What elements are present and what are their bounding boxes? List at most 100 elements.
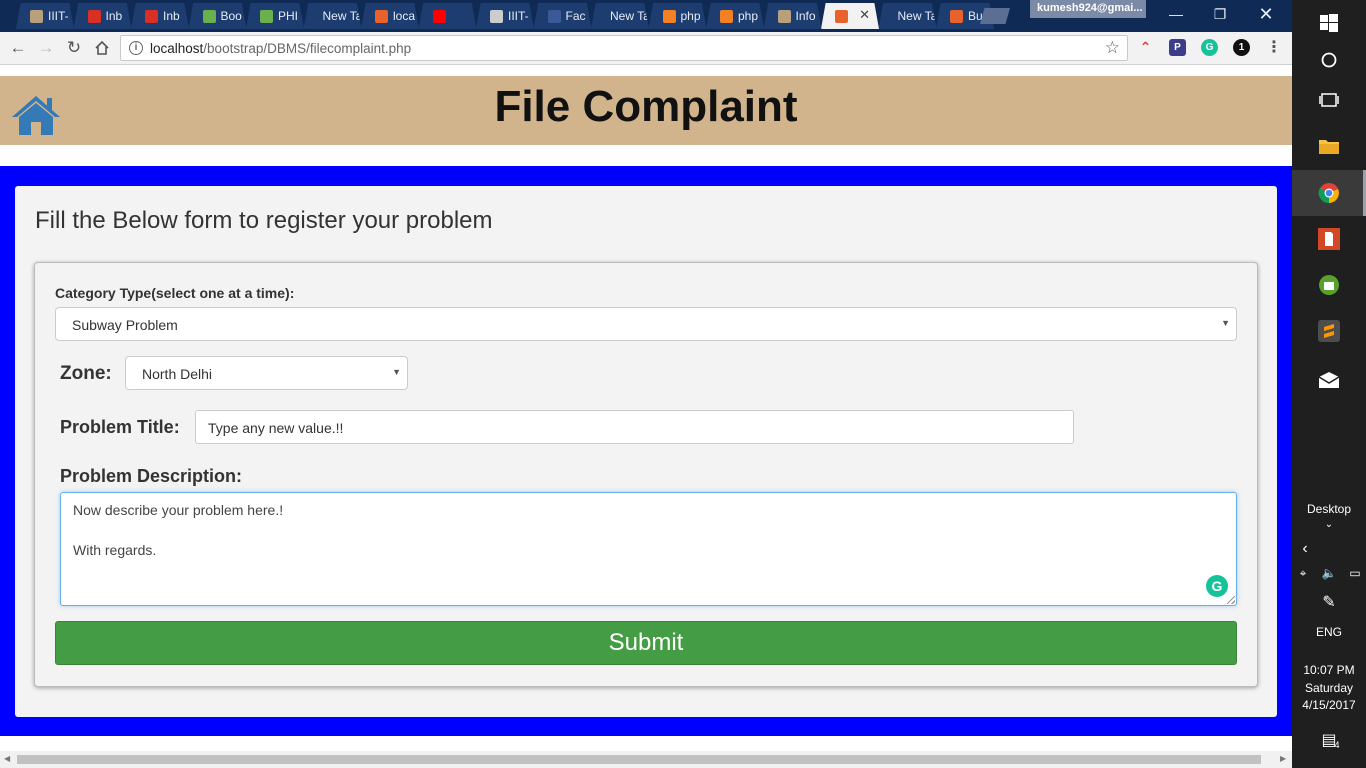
browser-menu-icon[interactable]: ⋮	[1266, 38, 1282, 60]
windows-taskbar: Desktop ⌄ ‹ ⌖ 🔈 ▭ ✎ ENG 10:07 PM Saturda…	[1292, 0, 1366, 768]
tab-label: Info	[795, 9, 816, 23]
problem-description-label: Problem Description:	[60, 466, 243, 486]
panel-heading: Fill the Below form to register your pro…	[35, 207, 493, 234]
sublime-text-icon[interactable]	[1292, 308, 1366, 354]
browser-tab[interactable]: IIIT-	[476, 3, 534, 29]
file-explorer-icon[interactable]	[1292, 123, 1366, 169]
info-icon[interactable]: i	[129, 41, 143, 55]
category-select-value: Subway Problem	[72, 317, 178, 333]
reload-icon[interactable]: ↻	[63, 37, 85, 59]
horizontal-scrollbar[interactable]: ◀ ▶	[0, 751, 1292, 768]
submit-button[interactable]: Submit	[55, 621, 1237, 665]
tab-favicon-icon	[950, 9, 963, 23]
problem-description-textarea[interactable]: Now describe your problem here.! With re…	[60, 492, 1237, 606]
tab-label: php	[738, 9, 759, 23]
browser-tab[interactable]: Inb	[131, 3, 189, 29]
profile-button[interactable]: kumesh924@gmai...	[1030, 0, 1146, 18]
browser-tab[interactable]: Info	[763, 3, 822, 29]
zone-select[interactable]: North Delhi ▼	[125, 356, 408, 390]
extension-1-icon[interactable]: 1	[1233, 39, 1250, 56]
close-tab-icon[interactable]: ✕	[859, 7, 870, 23]
tab-label: IIIT-	[48, 9, 69, 23]
extension-arc-icon[interactable]: ⌃	[1137, 39, 1154, 56]
browser-tab[interactable]: php	[648, 3, 707, 29]
tab-favicon-icon	[835, 9, 848, 23]
zone-select-value: North Delhi	[142, 366, 213, 382]
clock-time[interactable]: 10:07 PM	[1292, 663, 1366, 677]
browser-tab[interactable]: New Ta	[303, 3, 362, 29]
scroll-right-icon[interactable]: ▶	[1280, 754, 1286, 763]
scrollbar-thumb[interactable]	[17, 755, 1261, 764]
store-app-icon[interactable]	[1292, 262, 1366, 308]
tab-label: PHI	[278, 9, 299, 23]
clock-day[interactable]: Saturday	[1292, 681, 1366, 695]
url-path: /bootstrap/DBMS/filecomplaint.php	[203, 41, 412, 56]
address-url: localhost/bootstrap/DBMS/filecomplaint.p…	[150, 41, 411, 56]
tab-favicon-icon	[145, 9, 158, 23]
tab-favicon-icon	[490, 9, 503, 23]
bookmark-star-icon[interactable]: ☆	[1105, 38, 1120, 58]
forward-icon[interactable]: →	[35, 37, 57, 59]
blue-frame: Fill the Below form to register your pro…	[0, 166, 1292, 736]
browser-tab[interactable]: Inb	[73, 3, 132, 29]
complaint-form: Category Type(select one at a time): Sub…	[34, 262, 1258, 687]
tab-favicon-icon	[547, 9, 561, 23]
browser-tab[interactable]: Fac	[533, 3, 592, 29]
new-tab-button[interactable]	[980, 8, 1010, 24]
restore-icon[interactable]: ❐	[1200, 4, 1240, 24]
tab-favicon-icon	[375, 9, 388, 23]
scroll-left-icon[interactable]: ◀	[4, 754, 10, 763]
resize-handle[interactable]	[1227, 596, 1235, 604]
description-line	[73, 522, 1224, 542]
close-window-icon[interactable]: ✕	[1246, 4, 1286, 24]
office-app-icon[interactable]	[1292, 216, 1366, 262]
problem-title-input[interactable]: Type any new value.!!	[195, 410, 1074, 444]
category-label: Category Type(select one at a time):	[55, 285, 295, 301]
mail-icon[interactable]	[1292, 357, 1366, 403]
pen-icon[interactable]: ✎	[1292, 592, 1366, 612]
browser-tab[interactable]: New Ta	[878, 3, 937, 29]
language-indicator[interactable]: ENG	[1292, 625, 1366, 639]
browser-toolbar: ← → ↻ i localhost/bootstrap/DBMS/filecom…	[0, 32, 1292, 65]
task-view-icon[interactable]	[1292, 77, 1366, 123]
grammarly-icon[interactable]: G	[1206, 575, 1228, 597]
desktop-label[interactable]: Desktop	[1292, 502, 1366, 516]
tab-favicon-icon	[432, 9, 446, 23]
chevron-down-icon[interactable]: ⌄	[1292, 519, 1366, 530]
page-title: File Complaint	[494, 82, 798, 131]
description-line: Now describe your problem here.!	[73, 502, 284, 518]
browser-tab[interactable]: loca	[361, 3, 419, 29]
browser-tab[interactable]: ✕	[821, 3, 879, 29]
tab-label: php	[680, 9, 701, 23]
tab-label: New Ta	[322, 9, 362, 23]
chevron-down-icon: ▼	[1221, 318, 1230, 328]
form-panel: Fill the Below form to register your pro…	[15, 186, 1277, 717]
chevron-down-icon: ▼	[392, 367, 401, 377]
tab-label: Inb	[163, 9, 180, 23]
category-select[interactable]: Subway Problem ▼	[55, 307, 1237, 341]
home-nav-icon[interactable]	[91, 37, 113, 59]
tab-favicon-icon	[87, 9, 101, 23]
browser-tab[interactable]: IIIT-	[16, 3, 74, 29]
tab-favicon-icon	[777, 9, 791, 23]
chrome-taskbar-icon[interactable]	[1292, 170, 1366, 216]
back-icon[interactable]: ←	[7, 37, 29, 59]
chevron-left-icon[interactable]: ‹	[1268, 540, 1342, 558]
browser-tab[interactable]: PHI	[246, 3, 304, 29]
browser-tab[interactable]: Boo	[188, 3, 247, 29]
extension-p-icon[interactable]: P	[1169, 39, 1186, 56]
browser-tab[interactable]: New Ta	[591, 3, 649, 29]
clock-date[interactable]: 4/15/2017	[1292, 698, 1366, 712]
tab-label: Inb	[105, 9, 123, 23]
url-host: localhost	[150, 41, 204, 56]
grammarly-extension-icon[interactable]: G	[1201, 39, 1218, 56]
minimize-icon[interactable]: —	[1156, 4, 1196, 24]
address-bar[interactable]: i localhost/bootstrap/DBMS/filecomplaint…	[120, 35, 1128, 61]
battery-icon[interactable]: ▭	[1318, 566, 1366, 580]
tab-favicon-icon	[260, 9, 273, 23]
browser-tab[interactable]: php	[706, 3, 764, 29]
tab-favicon-icon	[30, 9, 43, 23]
browser-tab-strip: Bui New Ta ✕ Info php php New Ta Fac IIIT-loca Ne…	[0, 0, 1292, 32]
zone-label: Zone:	[60, 363, 112, 384]
browser-tab[interactable]	[418, 3, 477, 29]
